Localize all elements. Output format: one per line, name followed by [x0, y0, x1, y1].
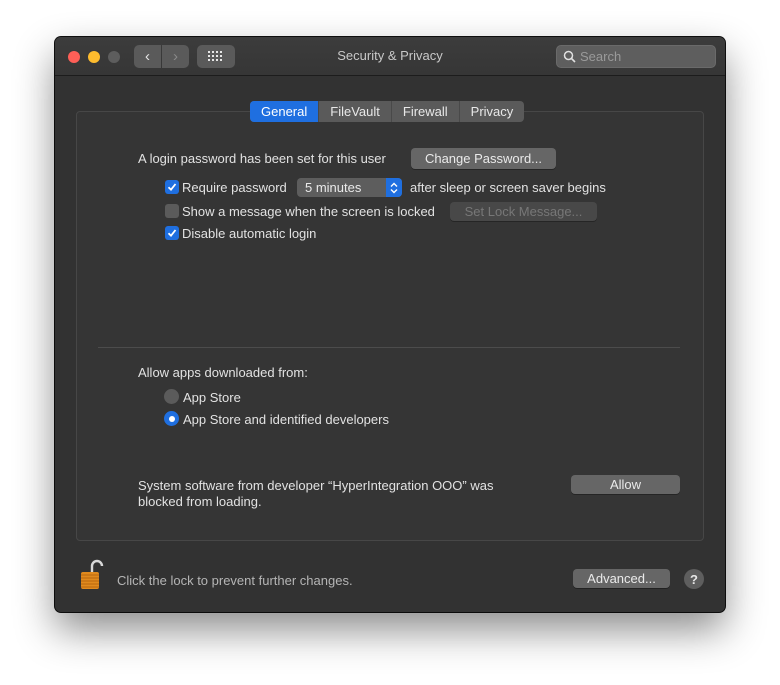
after-sleep-label: after sleep or screen saver begins — [410, 180, 606, 195]
show-message-label: Show a message when the screen is locked — [182, 204, 435, 219]
radio-app-store[interactable] — [164, 389, 179, 404]
tab-firewall[interactable]: Firewall — [392, 101, 460, 122]
checkmark-icon — [167, 229, 177, 238]
tab-general[interactable]: General — [250, 101, 320, 122]
allow-apps-heading: Allow apps downloaded from: — [138, 365, 308, 380]
blocked-software-line2: blocked from loading. — [138, 494, 262, 509]
radio-app-store-label: App Store — [183, 390, 241, 405]
tab-bar: General FileVault Firewall Privacy — [250, 101, 525, 122]
lock-hint-label: Click the lock to prevent further change… — [117, 573, 353, 588]
require-password-delay-select[interactable]: 5 minutes — [297, 178, 402, 197]
blocked-software-line1: System software from developer “HyperInt… — [138, 478, 494, 493]
require-password-delay-value: 5 minutes — [305, 180, 362, 195]
title-bar: ‹ › Security & Privacy — [55, 37, 725, 76]
disable-auto-login-checkbox[interactable] — [165, 226, 179, 240]
search-field[interactable] — [556, 45, 716, 68]
login-password-label: A login password has been set for this u… — [138, 151, 386, 166]
set-lock-message-button[interactable]: Set Lock Message... — [450, 202, 597, 221]
advanced-button[interactable]: Advanced... — [573, 569, 670, 588]
require-password-checkbox[interactable] — [165, 180, 179, 194]
unlocked-padlock-icon[interactable] — [80, 559, 104, 596]
tab-privacy[interactable]: Privacy — [460, 101, 525, 122]
tab-filevault[interactable]: FileVault — [319, 101, 392, 122]
search-icon — [563, 50, 576, 63]
allow-button[interactable]: Allow — [571, 475, 680, 494]
security-privacy-window: ‹ › Security & Privacy General FileV — [55, 37, 725, 612]
show-message-checkbox[interactable] — [165, 204, 179, 218]
search-input[interactable] — [580, 49, 710, 64]
checkmark-icon — [167, 183, 177, 192]
updown-chevron-icon — [386, 178, 402, 197]
radio-app-store-identified-label: App Store and identified developers — [183, 412, 389, 427]
help-button[interactable]: ? — [684, 569, 704, 589]
disable-auto-login-label: Disable automatic login — [182, 226, 317, 241]
require-password-label: Require password — [182, 180, 287, 195]
section-divider — [98, 347, 680, 348]
change-password-button[interactable]: Change Password... — [411, 148, 556, 169]
radio-app-store-identified[interactable] — [164, 411, 179, 426]
